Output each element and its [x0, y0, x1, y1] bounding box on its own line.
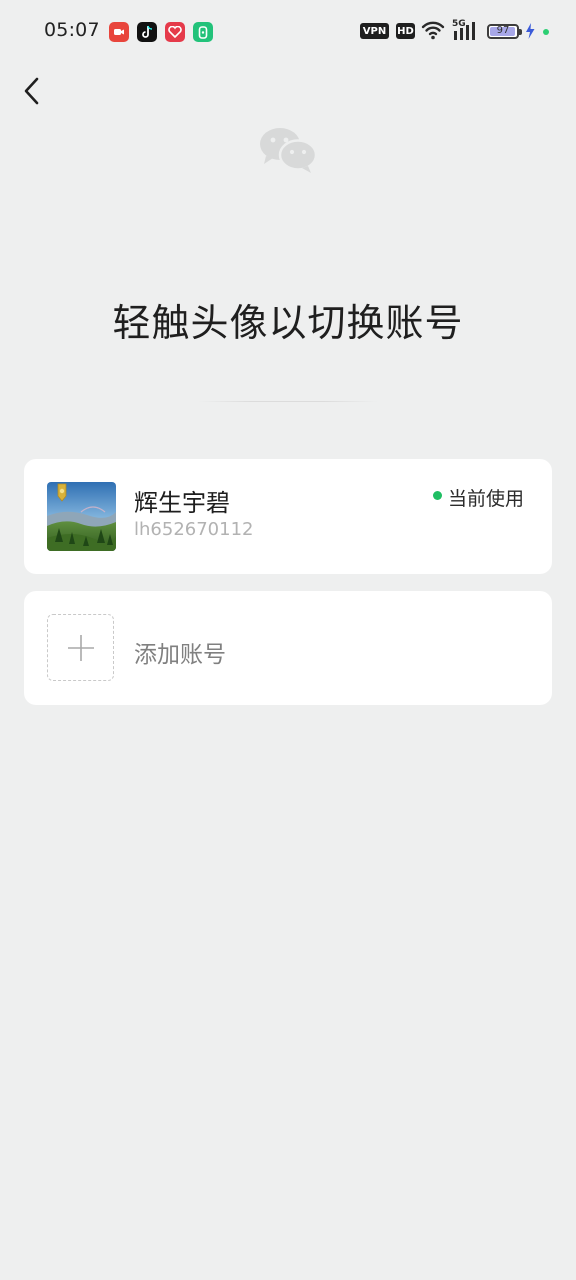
signal-label: 5G — [452, 19, 466, 29]
charging-bolt-icon — [524, 22, 536, 46]
current-status-label: 当前使用 — [448, 488, 525, 510]
status-bar: 05:07 VPN HD 5G 97 — [0, 0, 576, 64]
add-account-button[interactable] — [47, 614, 114, 681]
battery-tip — [519, 29, 522, 35]
wifi-icon — [421, 20, 445, 44]
vpn-badge: VPN — [360, 23, 389, 39]
battery-level: 97 — [496, 25, 510, 36]
account-card[interactable]: 辉生宇碧 lh652670112 当前使用 — [24, 459, 552, 574]
back-button[interactable] — [14, 72, 50, 110]
avatar[interactable] — [47, 482, 116, 551]
heart-app-icon — [165, 22, 185, 42]
green-app-icon — [193, 22, 213, 42]
add-account-label: 添加账号 — [134, 642, 226, 668]
account-id: lh652670112 — [134, 519, 254, 540]
wechat-logo-icon — [256, 124, 320, 174]
chevron-left-icon — [24, 77, 39, 105]
notification-dot-icon — [543, 29, 549, 35]
status-time: 05:07 — [44, 19, 100, 41]
title-divider — [198, 401, 378, 402]
hd-badge: HD — [396, 23, 415, 39]
tiktok-icon — [137, 22, 157, 42]
page-title: 轻触头像以切换账号 — [112, 301, 464, 345]
current-status-dot — [433, 491, 442, 500]
battery-icon: 97 — [487, 24, 519, 39]
plus-icon — [67, 634, 94, 661]
account-name: 辉生宇碧 — [134, 489, 230, 517]
add-account-card[interactable]: 添加账号 — [24, 591, 552, 705]
switch-account-screen: 05:07 VPN HD 5G 97 轻触头像以切换账号 辉生宇碧 lh6526… — [0, 0, 576, 1280]
video-app-icon — [109, 22, 129, 42]
